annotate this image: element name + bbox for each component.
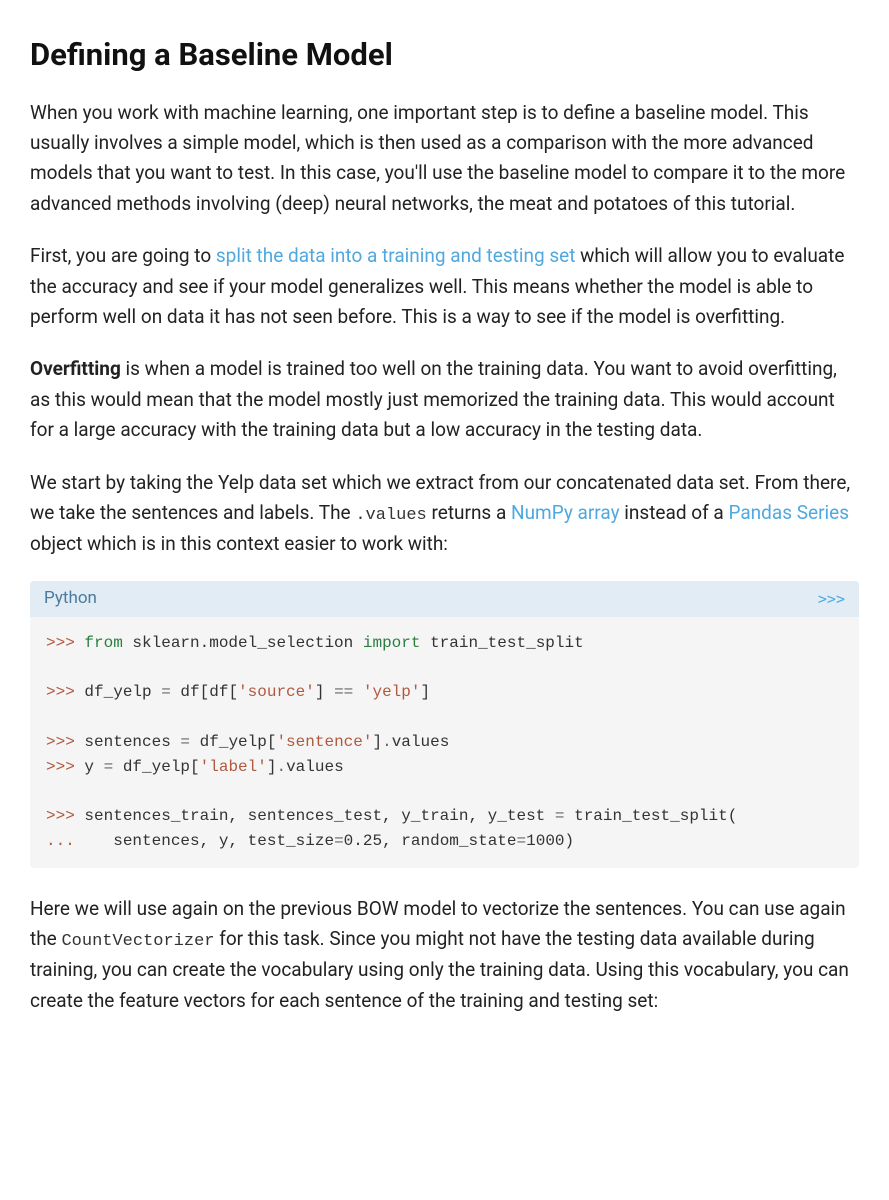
paragraph-split: First, you are going to split the data i…	[30, 241, 859, 332]
paragraph-overfitting: Overfitting is when a model is trained t…	[30, 354, 859, 445]
code-prompt-toggle[interactable]: >>>	[818, 587, 845, 611]
inline-code-values: .values	[355, 506, 426, 525]
text: instead of a	[620, 501, 729, 524]
section-heading: Defining a Baseline Model	[30, 30, 859, 80]
link-split-data[interactable]: split the data into a training and testi…	[216, 244, 576, 267]
link-numpy-array[interactable]: NumPy array	[511, 501, 620, 524]
link-pandas-series[interactable]: Pandas Series	[728, 501, 849, 524]
text: object which is in this context easier t…	[30, 532, 448, 555]
inline-code-countvectorizer: CountVectorizer	[61, 932, 214, 951]
term-overfitting: Overfitting	[30, 357, 121, 380]
code-language-label: Python	[44, 585, 97, 612]
paragraph-bow: Here we will use again on the previous B…	[30, 894, 859, 1016]
text: is when a model is trained too well on t…	[30, 357, 837, 441]
paragraph-yelp: We start by taking the Yelp data set whi…	[30, 468, 859, 560]
paragraph-intro: When you work with machine learning, one…	[30, 98, 859, 220]
code-content[interactable]: >>> from sklearn.model_selection import …	[30, 617, 859, 868]
text: returns a	[427, 501, 511, 524]
text: First, you are going to	[30, 244, 216, 267]
code-block: Python >>> >>> from sklearn.model_select…	[30, 581, 859, 867]
code-header: Python >>>	[30, 581, 859, 616]
